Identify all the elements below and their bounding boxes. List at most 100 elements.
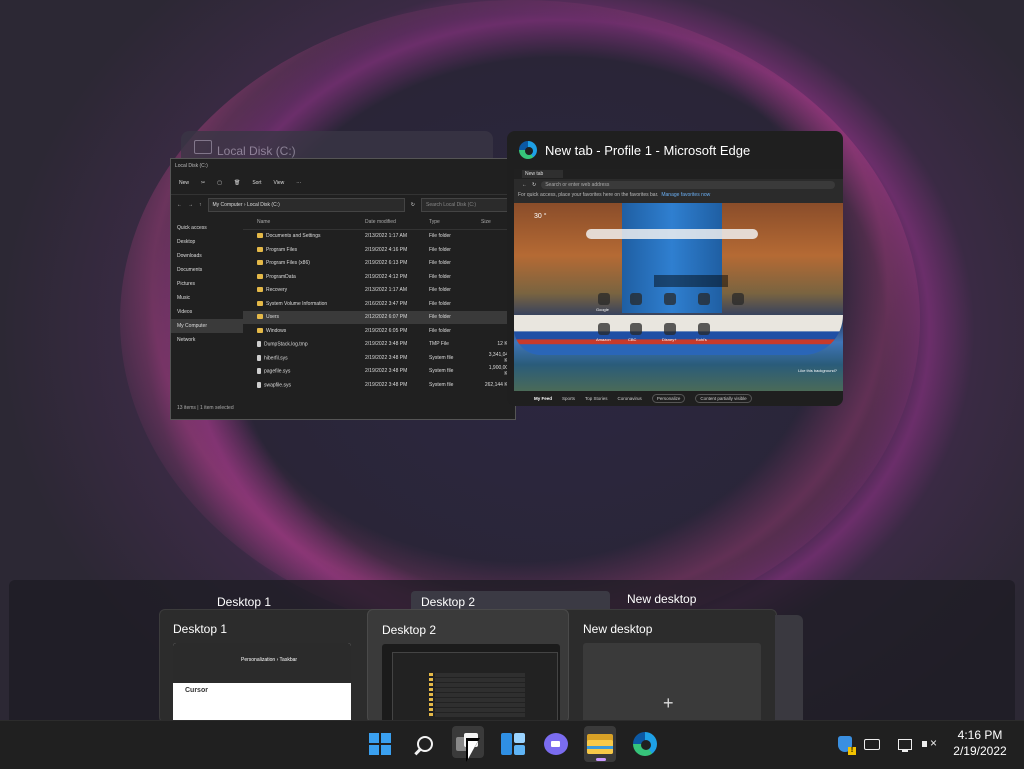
network-tray-button[interactable] xyxy=(895,734,915,754)
feed-tab-my-feed[interactable]: My Feed xyxy=(534,396,552,401)
sort-button[interactable]: Sort xyxy=(252,180,261,186)
breadcrumb[interactable]: My Computer › Local Disk (C:) xyxy=(207,198,405,212)
content-visibility-button[interactable]: Content partially visible xyxy=(695,394,752,403)
search-input[interactable]: Search Local Disk (C:) xyxy=(421,198,509,212)
feed-tab-coronavirus[interactable]: Coronavirus xyxy=(618,396,642,401)
copy-icon[interactable]: ▢ xyxy=(217,180,222,186)
nav-item-pictures[interactable]: Pictures xyxy=(171,277,243,291)
cut-icon[interactable]: ✂ xyxy=(201,180,205,186)
delete-icon[interactable]: 🗑 xyxy=(234,180,240,186)
file-type: File folder xyxy=(429,300,451,307)
table-row[interactable]: System Volume Information 2/16/2022 3:47 … xyxy=(243,297,515,311)
search-icon xyxy=(417,736,433,752)
chat-button[interactable] xyxy=(540,728,572,760)
quick-link-tile[interactable] xyxy=(598,323,610,335)
table-row[interactable]: hiberfil.sys 2/19/2022 3:48 PM System file… xyxy=(243,351,515,365)
quick-link-tile[interactable] xyxy=(630,323,642,335)
file-name: DumpStack.log.tmp xyxy=(257,341,365,347)
more-icon[interactable]: ··· xyxy=(296,180,301,186)
file-type: System file xyxy=(429,368,454,375)
folder-icon xyxy=(257,327,263,333)
table-row[interactable]: swapfile.sys 2/19/2022 3:48 PM System file… xyxy=(243,378,515,392)
list-item xyxy=(435,688,525,692)
nav-item-downloads[interactable]: Downloads xyxy=(171,249,243,263)
table-row[interactable]: Recovery 2/13/2022 1:17 AM File folder xyxy=(243,284,515,298)
new-button[interactable]: New xyxy=(179,180,189,186)
folder-icon xyxy=(257,246,263,252)
clock-date: 2/19/2022 xyxy=(953,744,1007,758)
table-row[interactable]: Users 2/12/2022 6:07 PM File folder xyxy=(243,310,515,324)
quick-link-tile[interactable] xyxy=(598,293,610,305)
list-item xyxy=(435,693,525,697)
file-explorer-button[interactable] xyxy=(584,726,616,762)
back-icon[interactable]: ← xyxy=(522,182,527,188)
forward-icon[interactable]: → xyxy=(188,202,193,208)
quick-link-tile[interactable] xyxy=(698,323,710,335)
explorer-window-thumbnail[interactable]: Local Disk (C:) New ✂ ▢ 🗑 Sort View ··· … xyxy=(170,158,516,420)
folder-icon xyxy=(429,693,433,696)
folder-icon xyxy=(257,260,263,266)
running-indicator xyxy=(596,758,606,761)
refresh-icon[interactable]: ↻ xyxy=(411,202,415,208)
up-icon[interactable]: ↑ xyxy=(199,202,202,208)
column-name[interactable]: Name xyxy=(257,219,365,225)
column-type[interactable]: Type xyxy=(429,219,481,225)
feed-tab-top-stories[interactable]: Top Stories xyxy=(585,396,608,401)
table-row[interactable]: DumpStack.log.tmp 2/19/2022 3:48 PM TMP Fi… xyxy=(243,338,515,352)
edge-button[interactable] xyxy=(629,728,661,760)
desktop-card-1[interactable]: Desktop 1 Personalization › Taskbar Curs… xyxy=(159,609,355,721)
explorer-mini-title: Local Disk (C:) xyxy=(175,162,208,169)
manage-favorites-link[interactable]: Manage favorites now xyxy=(661,192,710,198)
back-icon[interactable]: ← xyxy=(177,202,182,208)
nav-item-network[interactable]: Network xyxy=(171,333,243,347)
nav-item-desktop[interactable]: Desktop xyxy=(171,235,243,249)
new-tab-search-box[interactable] xyxy=(586,229,758,239)
nav-item-quick-access[interactable]: Quick access xyxy=(171,221,243,235)
new-desktop-label[interactable]: New desktop xyxy=(627,592,696,606)
table-row[interactable]: Windows 2/19/2022 6:05 PM File folder xyxy=(243,324,515,338)
quick-link-tile[interactable] xyxy=(664,323,676,335)
personalize-button[interactable]: Personalize xyxy=(651,394,686,403)
desktop-card-2[interactable]: Desktop 2 xyxy=(367,609,569,723)
desktop-1-label[interactable]: Desktop 1 xyxy=(217,595,271,609)
file-explorer-icon xyxy=(587,734,613,754)
table-row[interactable]: ProgramData 2/19/2022 4:12 PM File folder xyxy=(243,270,515,284)
table-row[interactable]: Program Files 2/19/2022 4:16 PM File folde… xyxy=(243,243,515,257)
start-button[interactable] xyxy=(364,728,396,760)
column-date[interactable]: Date modified xyxy=(365,219,429,225)
view-button[interactable]: View xyxy=(273,180,284,186)
feed-tab-sports[interactable]: Sports xyxy=(562,396,575,401)
nav-item-videos[interactable]: Videos xyxy=(171,305,243,319)
quick-link-label: Amazon xyxy=(596,337,611,342)
new-desktop-card[interactable]: New desktop + xyxy=(569,609,765,721)
file-name: ProgramData xyxy=(257,274,365,280)
table-row[interactable]: Documents and Settings 2/13/2022 1:17 AM F… xyxy=(243,230,515,244)
keyboard-tray-button[interactable] xyxy=(862,734,882,754)
like-background-link[interactable]: Like this background? xyxy=(798,368,837,373)
clock[interactable]: 4:16 PM 2/19/2022 xyxy=(944,727,1016,759)
quick-link-tile[interactable] xyxy=(664,293,676,305)
nav-item-music[interactable]: Music xyxy=(171,291,243,305)
refresh-icon[interactable]: ↻ xyxy=(532,182,536,188)
quick-link-tile[interactable] xyxy=(732,293,744,305)
browser-tab[interactable]: New tab xyxy=(522,170,563,178)
widgets-button[interactable] xyxy=(497,728,529,760)
explorer-window-header[interactable]: Local Disk (C:) xyxy=(181,131,493,161)
list-item xyxy=(435,678,525,682)
weather-widget[interactable]: 30 ° xyxy=(534,213,547,220)
edge-window-thumbnail[interactable]: New tab - Profile 1 - Microsoft Edge New… xyxy=(507,131,843,406)
table-row[interactable]: Program Files (x86) 2/19/2022 6:13 PM File… xyxy=(243,257,515,271)
list-item xyxy=(435,713,525,717)
file-type: File folder xyxy=(429,314,451,321)
status-bar: 13 items | 1 item selected xyxy=(177,405,234,411)
nav-item-my-computer[interactable]: My Computer xyxy=(171,319,243,333)
volume-tray-button[interactable] xyxy=(920,734,940,754)
promo-message xyxy=(654,275,728,287)
quick-link-tile[interactable] xyxy=(630,293,642,305)
search-button[interactable] xyxy=(409,728,441,760)
security-tray-button[interactable] xyxy=(835,734,856,755)
nav-item-documents[interactable]: Documents xyxy=(171,263,243,277)
table-row[interactable]: pagefile.sys 2/19/2022 3:48 PM System file… xyxy=(243,365,515,379)
quick-link-tile[interactable] xyxy=(698,293,710,305)
address-bar[interactable]: Search or enter web address xyxy=(541,181,835,189)
